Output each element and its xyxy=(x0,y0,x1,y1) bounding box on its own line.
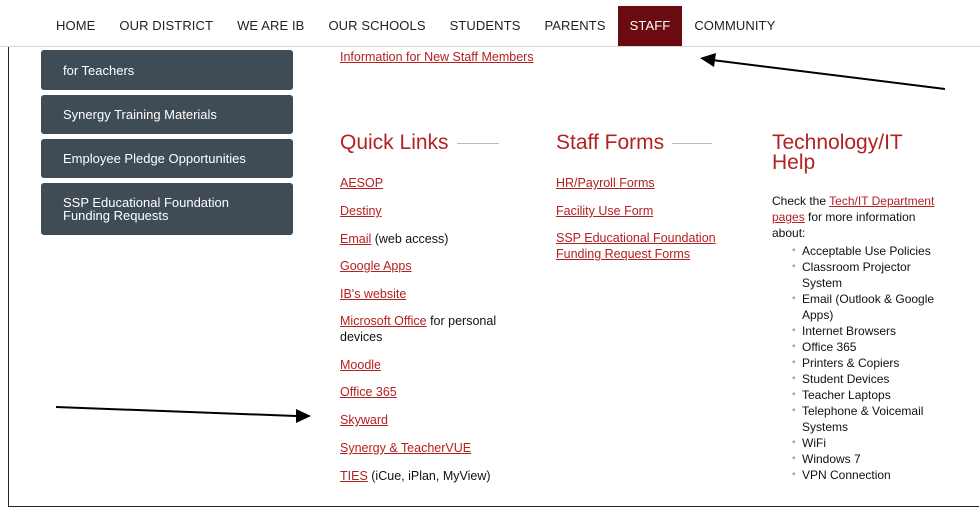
annotation-arrows xyxy=(55,53,946,423)
arrow-to-staff-tab xyxy=(700,53,946,90)
arrow-to-skyward-link xyxy=(55,406,311,423)
